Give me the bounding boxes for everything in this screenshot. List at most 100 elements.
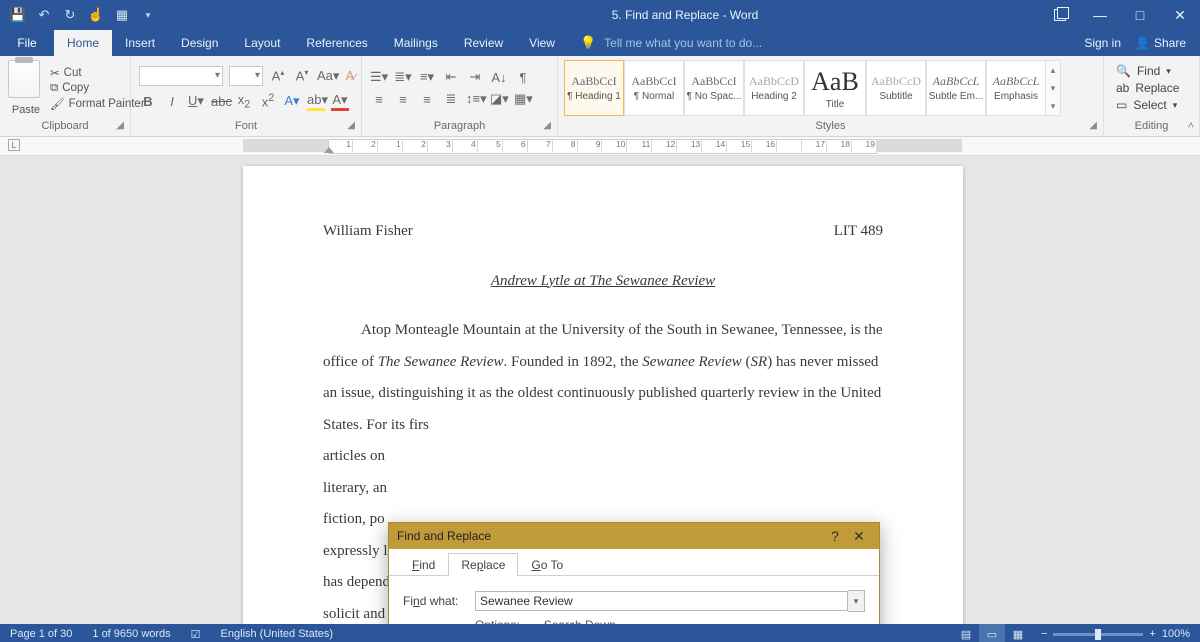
save-icon[interactable]: 💾	[10, 7, 26, 23]
lightbulb-icon: 💡	[580, 35, 596, 51]
style-nospacing[interactable]: AaBbCcI¶ No Spac...	[684, 60, 744, 116]
numbering-icon[interactable]: ≣▾	[394, 69, 412, 85]
styles-more-icon[interactable]: ▴▾▾	[1046, 60, 1061, 116]
status-page[interactable]: Page 1 of 30	[0, 628, 82, 640]
zoom-slider[interactable]	[1053, 633, 1143, 636]
tab-selector-icon[interactable]: L	[8, 139, 20, 151]
dialog-launcher-icon[interactable]: ◢	[116, 120, 124, 131]
indent-marker-icon[interactable]	[324, 147, 334, 153]
bullets-icon[interactable]: ☰▾	[370, 69, 388, 85]
bold-icon[interactable]: B	[139, 94, 157, 109]
superscript-icon[interactable]: x2	[259, 92, 277, 109]
select-button[interactable]: ▭Select▾	[1116, 98, 1179, 112]
clear-format-icon[interactable]: A̷	[341, 68, 359, 83]
italic-icon[interactable]: I	[163, 94, 181, 109]
replace-button[interactable]: abReplace	[1116, 81, 1179, 95]
zoom-out-icon[interactable]: −	[1041, 628, 1047, 640]
style-subtitle[interactable]: AaBbCcDSubtitle	[866, 60, 926, 116]
shading-icon[interactable]: ◪▾	[490, 91, 508, 107]
touch-mode-icon[interactable]: ☝	[88, 7, 104, 23]
font-size-input[interactable]: ▾	[229, 66, 263, 86]
justify-icon[interactable]: ≣	[442, 91, 460, 107]
undo-icon[interactable]: ↶	[36, 7, 52, 23]
tab-file[interactable]: File	[0, 30, 54, 56]
qat-customize-icon[interactable]: ▾	[140, 7, 156, 23]
tab-mailings[interactable]: Mailings	[381, 30, 451, 56]
styles-gallery[interactable]: AaBbCcI¶ Heading 1 AaBbCcI¶ Normal AaBbC…	[564, 60, 1061, 116]
tab-layout[interactable]: Layout	[231, 30, 293, 56]
dialog-tabs: Find Replace Go To	[389, 549, 879, 576]
dialog-tab-replace[interactable]: Replace	[448, 553, 518, 576]
group-editing: 🔍Find▾ abReplace ▭Select▾ Editing	[1104, 56, 1200, 136]
style-normal[interactable]: AaBbCcI¶ Normal	[624, 60, 684, 116]
print-layout-icon[interactable]: ▭	[979, 624, 1005, 642]
tab-design[interactable]: Design	[168, 30, 231, 56]
tell-me-search[interactable]: 💡 Tell me what you want to do...	[568, 30, 1070, 56]
highlight-icon[interactable]: ab▾	[307, 92, 325, 111]
sort-icon[interactable]: A↓	[490, 70, 508, 85]
zoom-value[interactable]: 100%	[1162, 628, 1190, 640]
shrink-font-icon[interactable]: A▾	[293, 68, 311, 83]
grow-font-icon[interactable]: A▴	[269, 68, 287, 83]
dialog-tab-find[interactable]: Find	[399, 553, 448, 576]
text-effects-icon[interactable]: A▾	[283, 93, 301, 109]
tab-references[interactable]: References	[293, 30, 380, 56]
align-right-icon[interactable]: ≡	[418, 92, 436, 107]
style-title[interactable]: AaBTitle	[804, 60, 866, 116]
ribbon-options-icon[interactable]	[1040, 0, 1080, 30]
multilevel-icon[interactable]: ≡▾	[418, 69, 436, 85]
subscript-icon[interactable]: x2	[235, 92, 253, 111]
horizontal-ruler[interactable]: 1212345678910111213141516171819	[243, 137, 962, 155]
group-label: Clipboard	[41, 120, 88, 132]
paste-icon[interactable]	[8, 60, 40, 98]
style-emphasis[interactable]: AaBbCcLEmphasis	[986, 60, 1046, 116]
tab-view[interactable]: View	[516, 30, 568, 56]
maximize-icon[interactable]: □	[1120, 0, 1160, 30]
find-what-input[interactable]: Sewanee Review	[475, 591, 848, 611]
font-name-input[interactable]: ▾	[139, 66, 223, 86]
close-dialog-icon[interactable]: ✕	[847, 528, 871, 545]
status-words[interactable]: 1 of 9650 words	[82, 628, 180, 640]
read-mode-icon[interactable]: ▤	[953, 624, 979, 642]
redo-icon[interactable]: ↻	[62, 7, 78, 23]
sign-in-link[interactable]: Sign in	[1084, 36, 1121, 50]
dialog-launcher-icon[interactable]: ◢	[543, 120, 551, 131]
zoom-in-icon[interactable]: +	[1149, 628, 1155, 640]
change-case-icon[interactable]: Aa▾	[317, 68, 335, 84]
status-lang[interactable]: English (United States)	[211, 628, 344, 640]
options-label: Options:	[475, 618, 520, 624]
share-button[interactable]: 👤 Share	[1135, 36, 1186, 50]
zoom-control[interactable]: − + 100%	[1031, 628, 1200, 640]
close-icon[interactable]: ✕	[1160, 0, 1200, 30]
dialog-titlebar[interactable]: Find and Replace ? ✕	[389, 523, 879, 549]
font-color-icon[interactable]: A▾	[331, 92, 349, 111]
underline-icon[interactable]: U▾	[187, 93, 205, 109]
dec-indent-icon[interactable]: ⇤	[442, 69, 460, 85]
web-layout-icon[interactable]: ▦	[1005, 624, 1031, 642]
dialog-launcher-icon[interactable]: ◢	[347, 120, 355, 131]
help-icon[interactable]: ?	[823, 528, 847, 544]
strike-icon[interactable]: abc	[211, 94, 229, 109]
tab-review[interactable]: Review	[451, 30, 516, 56]
line-spacing-icon[interactable]: ↕≡▾	[466, 91, 484, 107]
show-marks-icon[interactable]: ¶	[514, 70, 532, 85]
dialog-launcher-icon[interactable]: ◢	[1089, 120, 1097, 131]
tab-insert[interactable]: Insert	[112, 30, 168, 56]
document-area[interactable]: William Fisher LIT 489 Andrew Lytle at T…	[0, 156, 1200, 624]
style-heading1[interactable]: AaBbCcI¶ Heading 1	[564, 60, 624, 116]
status-proof-icon[interactable]: ☑	[181, 628, 211, 641]
tab-home[interactable]: Home	[54, 30, 112, 56]
minimize-icon[interactable]: —	[1080, 0, 1120, 30]
align-center-icon[interactable]: ≡	[394, 92, 412, 107]
inc-indent-icon[interactable]: ⇥	[466, 69, 484, 85]
qat-item-icon[interactable]: ▦	[114, 7, 130, 23]
brush-icon: 🖌	[50, 97, 65, 111]
style-heading2[interactable]: AaBbCcDHeading 2	[744, 60, 804, 116]
style-subtle-em[interactable]: AaBbCcLSubtle Em...	[926, 60, 986, 116]
find-button[interactable]: 🔍Find▾	[1116, 64, 1179, 78]
dialog-tab-goto[interactable]: Go To	[518, 553, 576, 576]
borders-icon[interactable]: ▦▾	[514, 91, 532, 107]
find-what-dropdown-icon[interactable]: ▾	[848, 590, 865, 612]
align-left-icon[interactable]: ≡	[370, 92, 388, 107]
paste-button[interactable]: Paste	[12, 104, 40, 116]
